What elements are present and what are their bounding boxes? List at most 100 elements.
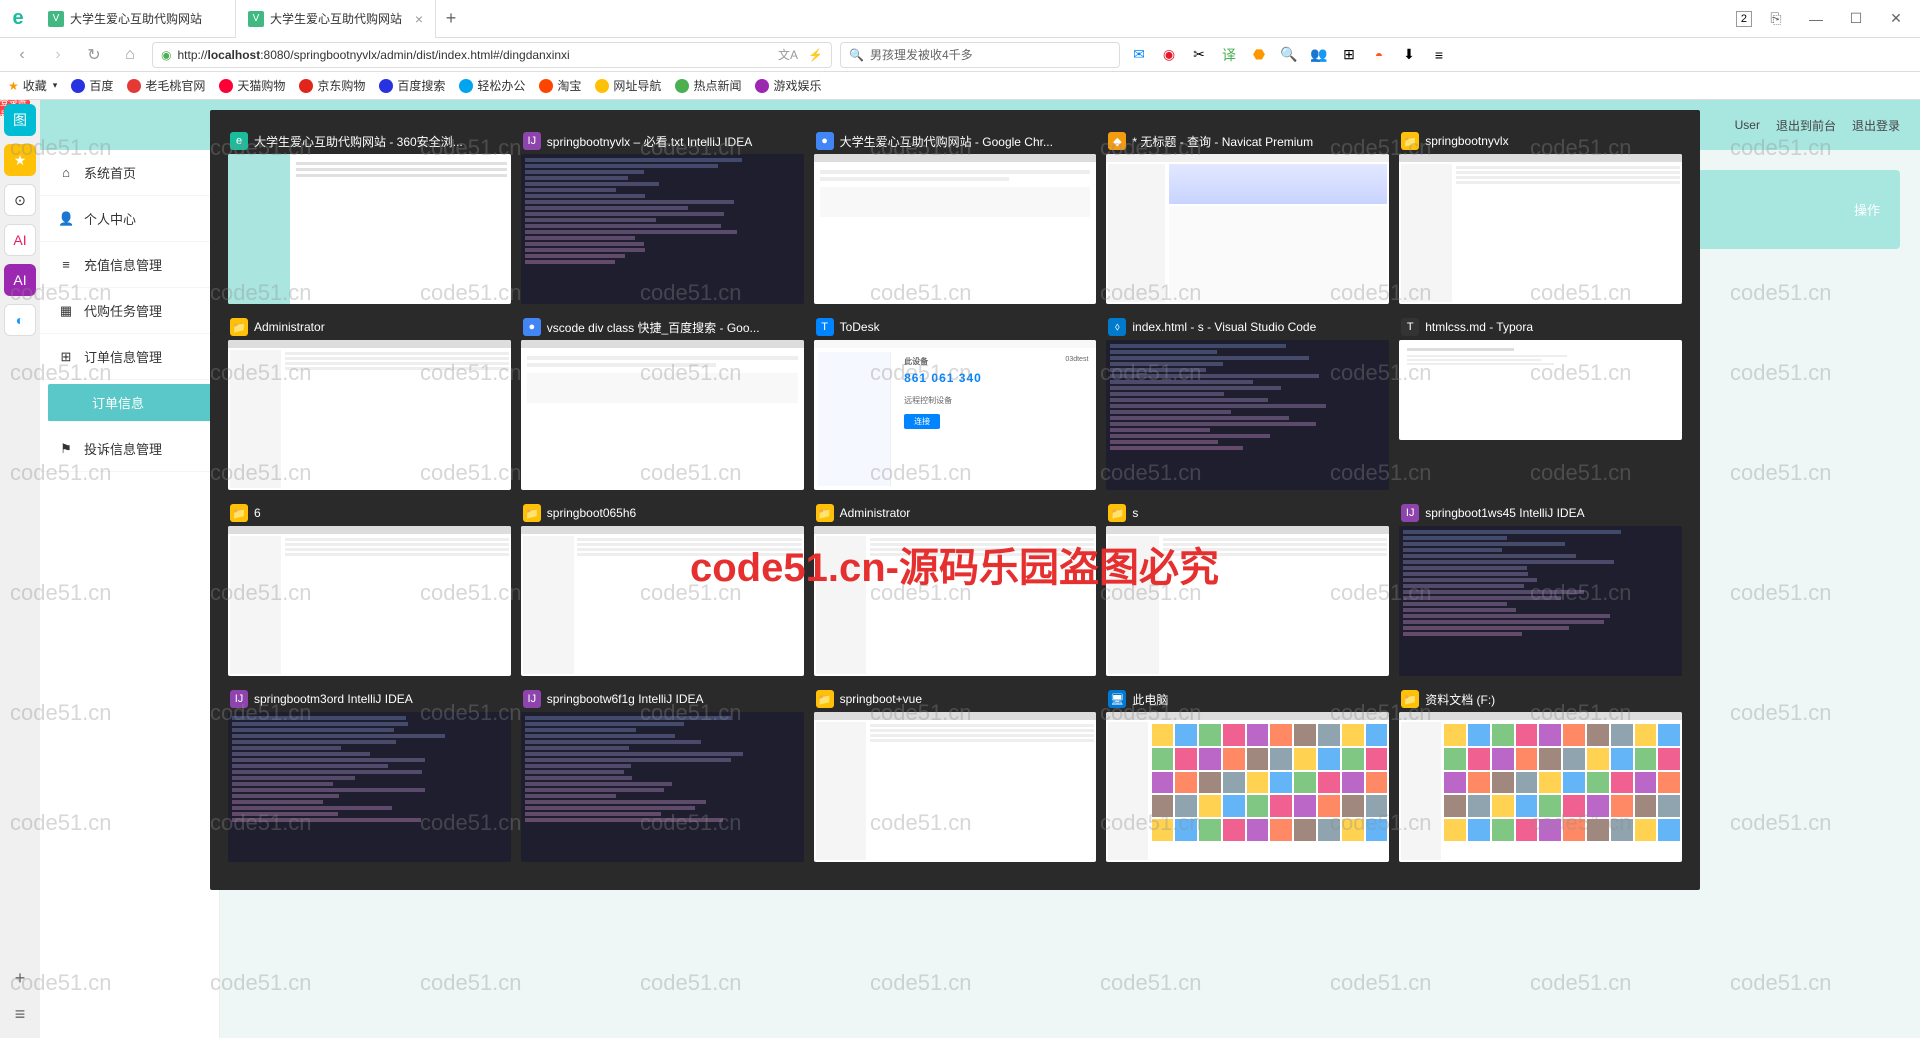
- task-item[interactable]: 📁Administrator: [814, 500, 1097, 676]
- window-thumbnail[interactable]: [521, 712, 804, 862]
- bookmark-taobao[interactable]: 淘宝: [539, 77, 581, 94]
- bookmark-office[interactable]: 轻松办公: [459, 77, 525, 94]
- task-item[interactable]: IJspringbootm3ord IntelliJ IDEA: [228, 686, 511, 862]
- bookmark-laomaotao[interactable]: 老毛桃官网: [127, 77, 205, 94]
- window-thumbnail[interactable]: [814, 526, 1097, 676]
- weibo-icon[interactable]: ◉: [1158, 44, 1180, 66]
- sidebar-item[interactable]: ⚑投诉信息管理: [40, 426, 219, 472]
- task-item[interactable]: e大学生爱心互助代购网站 - 360安全浏...: [228, 128, 511, 304]
- window-thumbnail[interactable]: [228, 526, 511, 676]
- download-icon[interactable]: ⬇: [1398, 44, 1420, 66]
- task-item[interactable]: ⬨index.html - s - Visual Studio Code: [1106, 314, 1389, 490]
- maximize-icon[interactable]: ☐: [1840, 3, 1872, 35]
- task-item[interactable]: IJspringbootw6f1g IntelliJ IDEA: [521, 686, 804, 862]
- ext-icon[interactable]: ◓: [1368, 44, 1390, 66]
- task-switcher: e大学生爱心互助代购网站 - 360安全浏...IJspringbootnyvl…: [210, 110, 1700, 890]
- window-thumbnail[interactable]: [1399, 712, 1682, 862]
- people-icon[interactable]: 👥: [1308, 44, 1330, 66]
- task-item[interactable]: TToDesk此设备861 061 340远程控制设备03dtest连接: [814, 314, 1097, 490]
- window-thumbnail[interactable]: [1106, 712, 1389, 862]
- url-input[interactable]: ◉ http://localhost:8080/springbootnyvlx/…: [152, 42, 832, 68]
- window-thumbnail[interactable]: [228, 340, 511, 490]
- task-item[interactable]: 📁springboot065h6: [521, 500, 804, 676]
- sidebar-item[interactable]: ⌂系统首页: [40, 150, 219, 196]
- task-item[interactable]: IJspringboot1ws45 IntelliJ IDEA: [1399, 500, 1682, 676]
- sidebar-item[interactable]: 👤个人中心: [40, 196, 219, 242]
- window-thumbnail[interactable]: [1399, 340, 1682, 440]
- bookmark-games[interactable]: 游戏娱乐: [755, 77, 821, 94]
- bookmark-tmall[interactable]: 天猫购物: [219, 77, 285, 94]
- logout-link[interactable]: 退出登录: [1852, 117, 1900, 134]
- favorites-label[interactable]: ★收藏▾: [8, 77, 57, 94]
- other-window-icon[interactable]: ⎘: [1760, 3, 1792, 35]
- window-thumbnail[interactable]: [1106, 154, 1389, 304]
- task-item[interactable]: ●大学生爱心互助代购网站 - Google Chr...: [814, 128, 1097, 304]
- new-tab-button[interactable]: +: [436, 0, 466, 38]
- bookmark-nav[interactable]: 网址导航: [595, 77, 661, 94]
- menu-icon[interactable]: ≡: [1428, 44, 1450, 66]
- app-icon: IJ: [523, 690, 541, 708]
- window-thumbnail[interactable]: [521, 526, 804, 676]
- window-thumbnail[interactable]: [521, 154, 804, 304]
- mail-icon[interactable]: ✉: [1128, 44, 1150, 66]
- task-item[interactable]: 📁Administrator: [228, 314, 511, 490]
- window-thumbnail[interactable]: [1106, 526, 1389, 676]
- task-item[interactable]: ◆* 无标题 - 查询 - Navicat Premium: [1106, 128, 1389, 304]
- dock-app-1[interactable]: 图: [4, 104, 36, 136]
- task-item[interactable]: IJspringbootnyvlx – 必看.txt IntelliJ IDEA: [521, 128, 804, 304]
- dock-app-2[interactable]: ★: [4, 144, 36, 176]
- window-thumbnail[interactable]: [814, 154, 1097, 304]
- add-icon[interactable]: +: [6, 964, 34, 992]
- forward-icon[interactable]: ›: [44, 41, 72, 69]
- home-icon[interactable]: ⌂: [116, 41, 144, 69]
- window-thumbnail[interactable]: [1399, 526, 1682, 676]
- list-icon[interactable]: ≡: [6, 1000, 34, 1028]
- dock-app-3[interactable]: ⊙: [4, 184, 36, 216]
- to-front-link[interactable]: 退出到前台: [1776, 117, 1836, 134]
- translate-icon[interactable]: 文A: [778, 46, 798, 63]
- dock-app-5[interactable]: AI: [4, 264, 36, 296]
- close-icon[interactable]: ×: [415, 11, 423, 27]
- task-item[interactable]: 📁springbootnyvlx: [1399, 128, 1682, 304]
- bookmark-jd[interactable]: 京东购物: [299, 77, 365, 94]
- sidebar-item[interactable]: 订单信息: [48, 384, 211, 422]
- sidebar-item[interactable]: ⊞订单信息管理: [40, 334, 219, 380]
- refresh-icon[interactable]: ↻: [80, 41, 108, 69]
- close-window-icon[interactable]: ✕: [1880, 3, 1912, 35]
- tab-2[interactable]: V 大学生爱心互助代购网站 ×: [236, 0, 436, 38]
- search-box[interactable]: 🔍 男孩理发被收4千多: [840, 42, 1120, 68]
- window-thumbnail[interactable]: 此设备861 061 340远程控制设备03dtest连接: [814, 340, 1097, 490]
- bookmark-baidusearch[interactable]: 百度搜索: [379, 77, 445, 94]
- task-item[interactable]: ●vscode div class 快捷_百度搜索 - Goo...: [521, 314, 804, 490]
- window-thumbnail[interactable]: [228, 154, 511, 304]
- action-button[interactable]: 操作: [1854, 200, 1880, 219]
- window-thumbnail[interactable]: [1106, 340, 1389, 490]
- back-icon[interactable]: ‹: [8, 41, 36, 69]
- task-item[interactable]: Thtmlcss.md - Typora: [1399, 314, 1682, 490]
- bookmark-baidu[interactable]: 百度: [71, 77, 113, 94]
- minimize-icon[interactable]: —: [1800, 3, 1832, 35]
- sidebar-item[interactable]: ▦代购任务管理: [40, 288, 219, 334]
- zoom-icon[interactable]: 🔍: [1278, 44, 1300, 66]
- translate-icon[interactable]: 译: [1218, 44, 1240, 66]
- grid-icon[interactable]: ⊞: [1338, 44, 1360, 66]
- task-item[interactable]: 📁springboot+vue: [814, 686, 1097, 862]
- window-thumbnail[interactable]: [1399, 154, 1682, 304]
- dock-app-6[interactable]: ◐: [4, 304, 36, 336]
- task-item[interactable]: 📁6: [228, 500, 511, 676]
- window-thumbnail[interactable]: [228, 712, 511, 862]
- flash-icon[interactable]: ⚡: [808, 48, 823, 62]
- window-count[interactable]: 2: [1736, 11, 1752, 27]
- task-item[interactable]: 📁资料文档 (F:): [1399, 686, 1682, 862]
- task-item[interactable]: 📁s: [1106, 500, 1389, 676]
- user-label[interactable]: User: [1735, 118, 1760, 132]
- dock-app-4[interactable]: AI: [4, 224, 36, 256]
- shield-icon[interactable]: ⬣: [1248, 44, 1270, 66]
- window-thumbnail[interactable]: [521, 340, 804, 490]
- window-thumbnail[interactable]: [814, 712, 1097, 862]
- bookmark-news[interactable]: 热点新闻: [675, 77, 741, 94]
- sidebar-item[interactable]: ≡充值信息管理: [40, 242, 219, 288]
- scissors-icon[interactable]: ✂: [1188, 44, 1210, 66]
- task-item[interactable]: 🖥此电脑: [1106, 686, 1389, 862]
- tab-1[interactable]: V 大学生爱心互助代购网站: [36, 0, 236, 38]
